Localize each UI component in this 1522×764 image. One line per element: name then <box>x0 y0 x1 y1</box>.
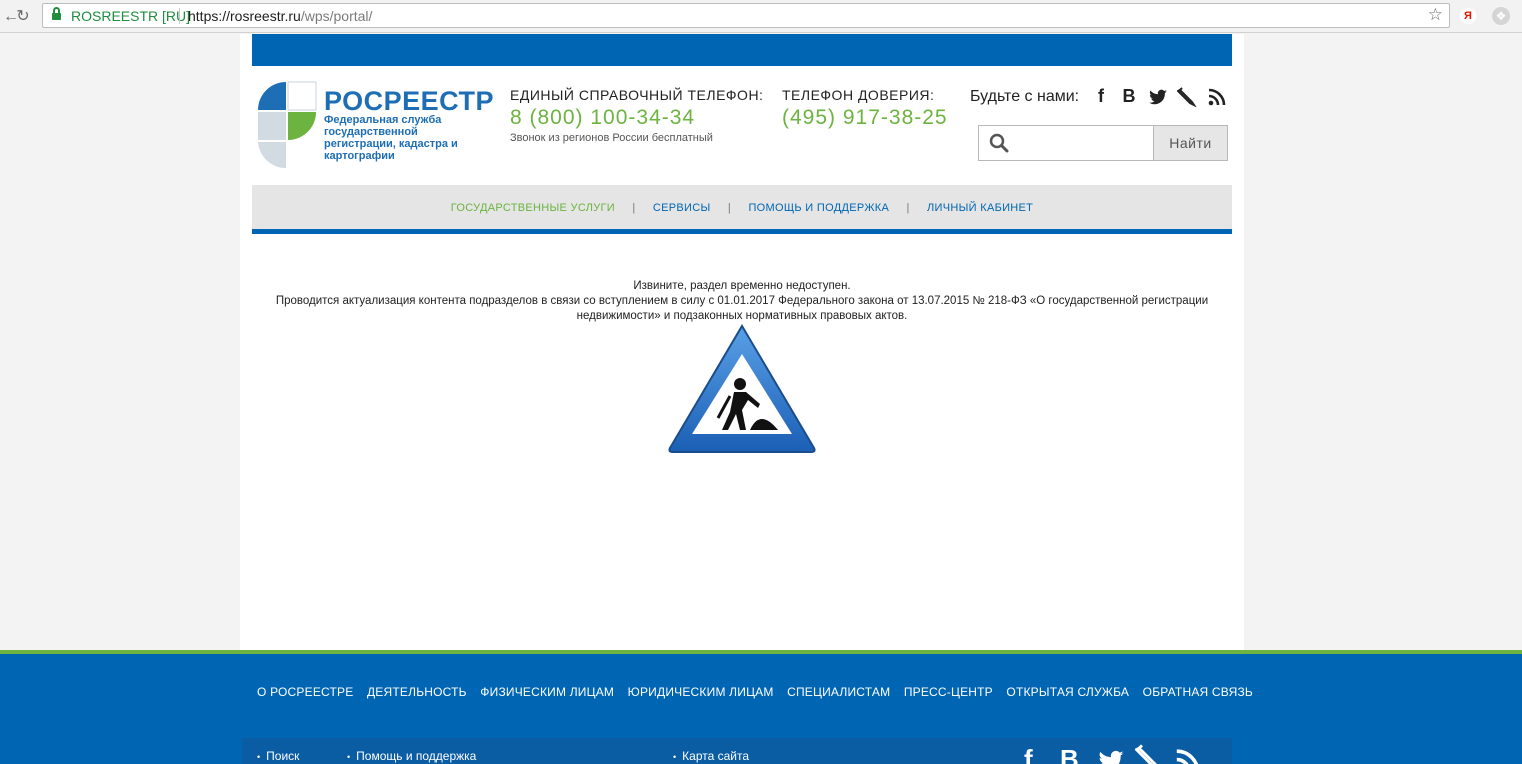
nav-item-help-support[interactable]: ПОМОЩЬ И ПОДДЕРЖКА <box>734 202 903 214</box>
hotline-note: Звонок из регионов России бесплатный <box>510 132 713 144</box>
reload-icon[interactable]: ↻ <box>13 7 33 27</box>
footer-link-individuals[interactable]: ФИЗИЧЕСКИМ ЛИЦАМ <box>480 685 614 699</box>
nav-item-public-services[interactable]: ГОСУДАРСТВЕННЫЕ УСЛУГИ <box>437 202 629 214</box>
search-icon <box>989 133 1009 153</box>
rosreestr-logo-icon[interactable] <box>256 80 318 170</box>
search-form: Найти <box>978 125 1228 161</box>
footer-link-sitemap[interactable]: Карта сайта <box>673 749 749 763</box>
address-bar[interactable]: ROSREESTR [RU] https://rosreestr.ru/wps/… <box>42 3 1450 28</box>
footer-link-activity[interactable]: ДЕЯТЕЛЬНОСТЬ <box>367 685 467 699</box>
message-body: Проводится актуализация контента подразд… <box>275 295 1209 322</box>
footer-livejournal-icon[interactable] <box>1135 744 1163 764</box>
footer-sub-panel: Поиск Помощь и поддержка Карта сайта f B <box>242 738 1232 764</box>
footer-nav: О РОСРЕЕСТРЕ ДЕЯТЕЛЬНОСТЬ ФИЗИЧЕСКИМ ЛИЦ… <box>257 685 1263 699</box>
bookmark-star-icon[interactable]: ☆ <box>1428 5 1443 25</box>
footer-link-feedback[interactable]: ОБРАТНАЯ СВЯЗЬ <box>1143 685 1253 699</box>
url-path: /wps/portal/ <box>300 8 373 24</box>
footer-twitter-icon[interactable] <box>1097 747 1125 764</box>
nav-separator: | <box>632 202 636 214</box>
nav-item-personal-account[interactable]: ЛИЧНЫЙ КАБИНЕТ <box>913 202 1047 214</box>
logo-subtitle: Федеральная служба государственной регис… <box>324 114 458 162</box>
url-text[interactable]: https://rosreestr.ru/wps/portal/ <box>188 8 372 24</box>
hotline-number: 8 (800) 100-34-34 <box>510 106 696 129</box>
browser-toolbar: ← ↻ ROSREESTR [RU] https://rosreestr.ru/… <box>0 0 1522 33</box>
trust-line-label: ТЕЛЕФОН ДОВЕРИЯ: <box>782 87 935 103</box>
livejournal-icon[interactable] <box>1177 87 1197 107</box>
footer-link-search[interactable]: Поиск <box>257 749 299 763</box>
nav-separator: | <box>727 202 732 214</box>
footer-vk-icon[interactable]: B <box>1060 744 1079 764</box>
search-button[interactable]: Найти <box>1153 126 1227 160</box>
site-identity: ROSREESTR [RU] <box>71 8 191 24</box>
footer-link-open-service[interactable]: ОТКРЫТАЯ СЛУЖБА <box>1006 685 1129 699</box>
top-blue-bar <box>252 34 1232 66</box>
trust-line-number: (495) 917-38-25 <box>782 106 948 129</box>
footer-link-press-center[interactable]: ПРЕСС-ЦЕНТР <box>904 685 993 699</box>
rss-icon[interactable] <box>1207 87 1227 107</box>
twitter-icon[interactable] <box>1148 87 1168 107</box>
lock-icon <box>52 7 61 21</box>
url-host: https://rosreestr.ru <box>188 8 301 24</box>
facebook-icon[interactable]: f <box>1091 86 1111 106</box>
extension-icon[interactable]: ❖ <box>1492 7 1510 25</box>
main-navigation: ГОСУДАРСТВЕННЫЕ УСЛУГИ | СЕРВИСЫ | ПОМОЩ… <box>252 185 1232 234</box>
search-input[interactable] <box>1017 128 1151 158</box>
divider <box>179 8 180 24</box>
road-works-sign-icon <box>668 324 816 453</box>
message-title: Извините, раздел временно недоступен. <box>633 280 851 292</box>
footer-link-about[interactable]: О РОСРЕЕСТРЕ <box>257 685 353 699</box>
yandex-extension-icon[interactable]: Я <box>1460 8 1476 24</box>
vk-icon[interactable]: B <box>1119 86 1139 106</box>
follow-us-label: Будьте с нами: <box>970 88 1080 105</box>
footer-link-help[interactable]: Помощь и поддержка <box>347 749 476 763</box>
footer: О РОСРЕЕСТРЕ ДЕЯТЕЛЬНОСТЬ ФИЗИЧЕСКИМ ЛИЦ… <box>0 650 1522 764</box>
logo-title[interactable]: РОСРЕЕСТР <box>324 86 494 117</box>
footer-link-legal-entities[interactable]: ЮРИДИЧЕСКИМ ЛИЦАМ <box>628 685 774 699</box>
nav-item-services[interactable]: СЕРВИСЫ <box>639 202 725 214</box>
footer-rss-icon[interactable] <box>1174 747 1202 764</box>
hotline-label: ЕДИНЫЙ СПРАВОЧНЫЙ ТЕЛЕФОН: <box>510 87 764 103</box>
nav-separator: | <box>906 202 910 214</box>
footer-facebook-icon[interactable]: f <box>1024 744 1033 764</box>
unavailable-message: Извините, раздел временно недоступен. Пр… <box>272 279 1212 324</box>
footer-link-specialists[interactable]: СПЕЦИАЛИСТАМ <box>787 685 890 699</box>
